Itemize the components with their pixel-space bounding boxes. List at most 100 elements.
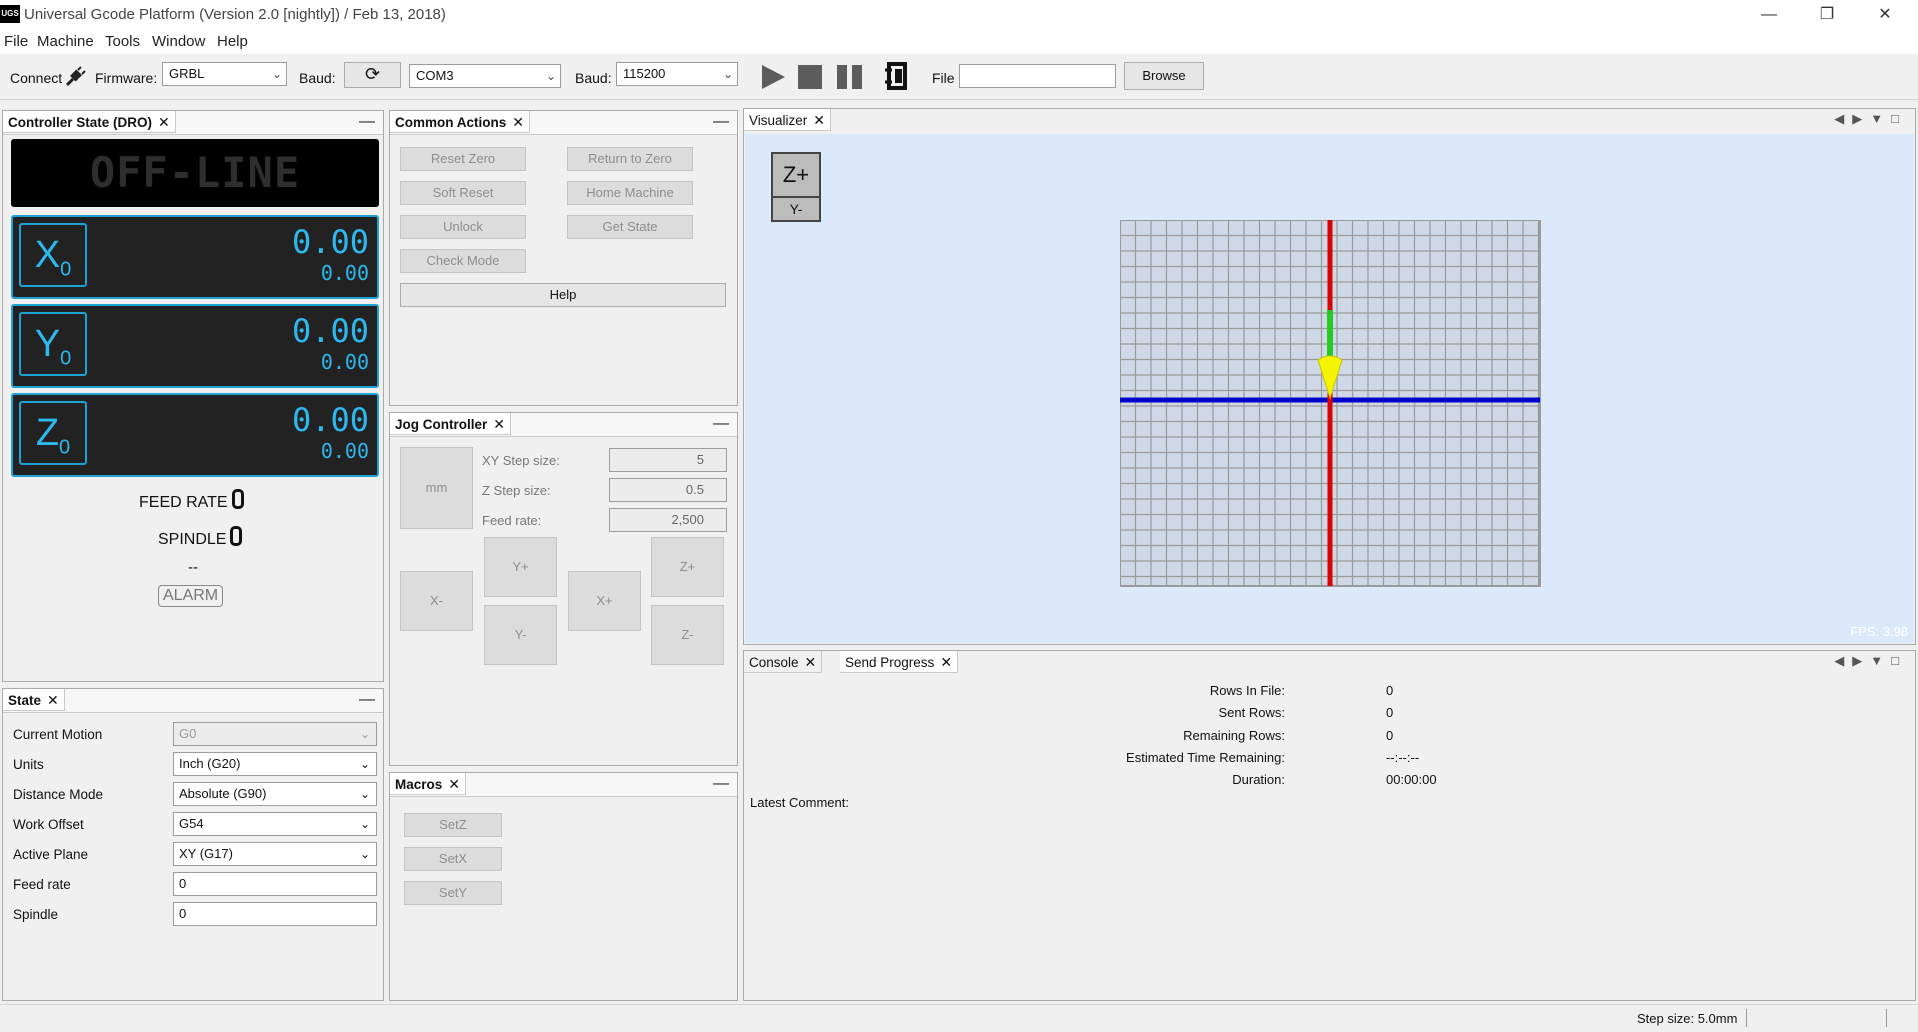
file-input[interactable] [959, 64, 1116, 88]
soft-reset-button[interactable]: Soft Reset [400, 181, 526, 205]
axis-y-label[interactable]: Y0 [19, 312, 87, 376]
home-machine-button[interactable]: Home Machine [567, 181, 693, 205]
axis-y-name: Y [34, 323, 61, 365]
unit-toggle-button[interactable]: mm [400, 447, 473, 529]
reset-zero-button[interactable]: Reset Zero [400, 147, 526, 171]
jog-z-plus-button[interactable]: Z+ [651, 537, 724, 597]
minimize-panel-icon[interactable]: — [713, 113, 729, 131]
minimize-panel-icon[interactable]: — [359, 113, 375, 131]
panel-nav-icons[interactable]: ◀▶▼□ [1834, 111, 1907, 127]
pin-status: -- [188, 559, 198, 576]
feed-rate-readout: FEED RATE [139, 489, 244, 512]
visualizer-canvas[interactable]: Z+ Y- FPS: 3.98 [745, 134, 1914, 643]
view-cube-icon[interactable]: Z+ Y- [771, 152, 821, 222]
port-select[interactable]: COM3 ⌄ [409, 64, 561, 88]
menu-file[interactable]: File [4, 33, 28, 50]
close-icon[interactable]: ✕ [813, 112, 825, 128]
macro-setx-button[interactable]: SetX [404, 847, 502, 871]
close-icon[interactable]: ✕ [512, 114, 524, 130]
jog-title: Jog Controller [395, 417, 488, 432]
current-motion-value: G0 [179, 726, 197, 741]
tab-common-actions[interactable]: Common Actions ✕ [390, 111, 530, 133]
feed-rate-field[interactable]: 0 [173, 872, 377, 896]
pause-icon[interactable] [835, 63, 865, 91]
z-step-spinner[interactable]: 0.5 [609, 478, 727, 502]
tab-console[interactable]: Console ✕ [744, 651, 823, 673]
close-icon[interactable]: ✕ [47, 692, 59, 708]
browse-button[interactable]: Browse [1124, 62, 1204, 90]
sent-rows-label: Sent Rows: [1218, 705, 1285, 720]
distance-mode-select[interactable]: Absolute (G90) ⌄ [173, 782, 377, 806]
close-icon[interactable]: ✕ [1856, 0, 1914, 30]
jog-z-minus-button[interactable]: Z- [651, 605, 724, 665]
help-button[interactable]: Help [400, 283, 726, 307]
close-icon[interactable]: ✕ [448, 776, 460, 792]
xy-step-spinner[interactable]: 5 [609, 448, 727, 472]
axis-x-sub: 0 [60, 258, 72, 281]
spindle-field[interactable]: 0 [173, 902, 377, 926]
axis-z-label[interactable]: Z0 [19, 401, 87, 465]
jog-x-plus-button[interactable]: X+ [568, 571, 641, 631]
refresh-icon: ⟳ [364, 64, 381, 84]
axis-z-work-position: 0.00 [291, 401, 369, 439]
tab-send-progress[interactable]: Send Progress ✕ [840, 651, 959, 673]
get-state-button[interactable]: Get State [567, 215, 693, 239]
minimize-panel-icon[interactable]: — [713, 415, 729, 433]
close-icon[interactable]: ✕ [940, 654, 952, 670]
menu-window[interactable]: Window [152, 33, 205, 50]
connect-button[interactable]: Connect [10, 70, 62, 86]
chevron-down-icon: ⌄ [359, 727, 370, 741]
restore-icon[interactable]: ❐ [1798, 0, 1856, 30]
chevron-down-icon: ⌄ [722, 67, 733, 81]
active-plane-label: Active Plane [13, 847, 89, 862]
toolbar: Connect Firmware: GRBL ⌄ Baud: ⟳ COM3 ⌄ Ba… [0, 54, 1918, 100]
tab-macros[interactable]: Macros ✕ [390, 773, 467, 795]
minimize-panel-icon[interactable]: — [713, 775, 729, 793]
return-to-zero-button[interactable]: Return to Zero [567, 147, 693, 171]
firmware-select[interactable]: GRBL ⌄ [162, 62, 287, 86]
feed-rate-spinner[interactable]: 2,500 [609, 508, 727, 532]
duration-label: Duration: [1232, 772, 1285, 787]
play-icon[interactable] [759, 63, 787, 91]
refresh-ports-button[interactable]: ⟳ [344, 62, 401, 88]
macro-setz-button[interactable]: SetZ [404, 813, 502, 837]
jog-x-minus-button[interactable]: X- [400, 571, 473, 631]
minimize-panel-icon[interactable]: — [359, 691, 375, 709]
macro-sety-button[interactable]: SetY [404, 881, 502, 905]
rows-in-file-value: 0 [1386, 683, 1394, 698]
menu-tools[interactable]: Tools [105, 33, 140, 50]
plug-icon[interactable] [64, 66, 86, 88]
distance-mode-label: Distance Mode [13, 787, 104, 802]
tab-state[interactable]: State ✕ [3, 689, 65, 711]
close-icon[interactable]: ✕ [158, 114, 170, 130]
tab-dro[interactable]: Controller State (DRO) ✕ [3, 111, 176, 133]
status-divider [1746, 1009, 1747, 1027]
spindle-readout: SPINDLE [158, 526, 243, 549]
work-offset-select[interactable]: G54 ⌄ [173, 812, 377, 836]
status-bar: Step size: 5.0mm [0, 1004, 1918, 1032]
unlock-button[interactable]: Unlock [400, 215, 526, 239]
menu-machine[interactable]: Machine [37, 33, 94, 50]
minimize-icon[interactable]: — [1740, 0, 1798, 30]
active-plane-select[interactable]: XY (G17) ⌄ [173, 842, 377, 866]
close-icon[interactable]: ✕ [493, 416, 505, 432]
tab-visualizer[interactable]: Visualizer ✕ [744, 109, 832, 131]
menu-help[interactable]: Help [217, 33, 248, 50]
step-size-status: Step size: 5.0mm [1637, 1011, 1738, 1026]
tab-jog-controller[interactable]: Jog Controller ✕ [390, 413, 511, 435]
machine-lock-icon[interactable] [883, 60, 911, 92]
spindle-label: Spindle [13, 907, 59, 922]
close-icon[interactable]: ✕ [805, 654, 817, 670]
feed-rate-digit-icon [231, 489, 244, 509]
baud-select[interactable]: 115200 ⌄ [616, 62, 738, 86]
axis-x-label[interactable]: X0 [19, 223, 87, 287]
jog-y-plus-button[interactable]: Y+ [484, 537, 557, 597]
spindle-label: SPINDLE [158, 531, 227, 548]
status-divider [1886, 1009, 1887, 1027]
time-remaining-label: Estimated Time Remaining: [1126, 750, 1285, 765]
panel-nav-icons[interactable]: ◀▶▼□ [1834, 653, 1907, 669]
stop-icon[interactable] [796, 63, 824, 91]
units-select[interactable]: Inch (G20) ⌄ [173, 752, 377, 776]
jog-y-minus-button[interactable]: Y- [484, 605, 557, 665]
check-mode-button[interactable]: Check Mode [400, 249, 526, 273]
